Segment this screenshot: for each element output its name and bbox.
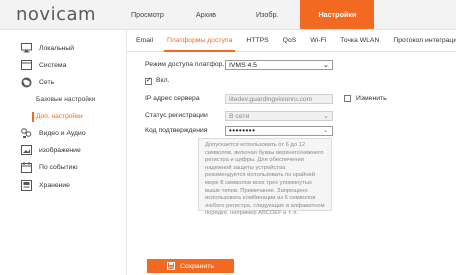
sidebar-item-network[interactable]: Сеть — [0, 75, 126, 89]
mode-label: Режим доступа платфор... — [145, 61, 229, 68]
sidebar-subitem-basic[interactable]: Базовые настройки — [36, 96, 96, 103]
enable-label: Вкл. — [156, 77, 170, 84]
nav-archive[interactable]: Архив — [180, 0, 240, 29]
chevron-down-icon: ⌄ — [322, 127, 329, 134]
verification-code-label: Код подтверждения — [145, 127, 208, 134]
floppy-disk-icon — [167, 262, 176, 270]
logo: novicam — [16, 4, 97, 25]
server-ip-label: IP адрес сервера — [145, 95, 200, 102]
platform-mode-select[interactable]: IVMS 4.5 ⌄ — [225, 60, 333, 70]
tab-integration-protocol[interactable]: Протокол интеграции — [386, 30, 456, 51]
registration-status-select: В сети ⌄ — [225, 111, 333, 121]
sidebar-subitem-advanced[interactable]: Доп. настройки — [36, 113, 83, 120]
registration-status-label: Статус регистрации — [145, 112, 208, 119]
sidebar: Локальный Система Сеть Базовые настройки… — [0, 30, 127, 275]
sidebar-item-label: изображение — [39, 146, 81, 154]
sidebar-item-label: По событию — [39, 163, 78, 171]
verification-code-field[interactable]: •••••••• ⌄ — [225, 126, 333, 136]
nav-live-view[interactable]: Просмотр — [117, 0, 180, 29]
top-nav: Просмотр Архив Изобр. Настройки — [117, 0, 375, 29]
sidebar-item-video-audio[interactable]: Видео и Аудио — [0, 126, 126, 140]
registration-status-value: В сети — [229, 113, 250, 120]
sidebar-item-storage[interactable]: Хранение — [0, 178, 126, 192]
sidebar-item-label: Видео и Аудио — [39, 129, 86, 137]
storage-icon — [20, 179, 32, 191]
active-indicator — [32, 112, 34, 122]
sidebar-item-label: Сеть — [39, 78, 55, 86]
image-icon — [20, 144, 32, 156]
password-hint-text: Допускается использовать от 6 до 12 симв… — [205, 142, 325, 217]
nav-settings[interactable]: Настройки — [300, 0, 375, 29]
tab-email[interactable]: Email — [127, 30, 160, 51]
chevron-down-icon: ⌄ — [323, 62, 329, 69]
sidebar-item-label: Локальный — [39, 44, 75, 52]
sidebar-item-label: Хранение — [39, 181, 70, 189]
save-button[interactable]: Сохранить — [147, 259, 234, 273]
platform-mode-value: IVMS 4.5 — [229, 62, 257, 69]
nav-image[interactable]: Изобр. — [240, 0, 301, 29]
change-checkbox[interactable] — [344, 95, 351, 102]
system-icon — [20, 59, 32, 71]
enable-checkbox[interactable] — [145, 76, 152, 85]
globe-icon — [20, 76, 32, 88]
password-hint-tooltip: Допускается использовать от 6 до 12 симв… — [198, 138, 332, 216]
video-audio-icon — [20, 127, 32, 139]
tab-qos[interactable]: QoS — [276, 30, 304, 51]
server-ip-field[interactable]: litedev.guardingvisionru.com — [225, 94, 333, 104]
verification-code-value: •••••••• — [229, 126, 256, 135]
server-ip-value: litedev.guardingvisionru.com — [229, 96, 313, 103]
save-button-label: Сохранить — [180, 262, 214, 270]
sidebar-item-system[interactable]: Система — [0, 58, 126, 72]
monitor-icon — [20, 42, 32, 54]
sidebar-item-local[interactable]: Локальный — [0, 41, 126, 55]
calendar-icon — [20, 161, 32, 173]
tab-wlan-ap[interactable]: Точка WLAN — [333, 30, 386, 51]
tab-access-platforms[interactable]: Платформы доступа — [160, 30, 239, 52]
top-bar: novicam Просмотр Архив Изобр. Настройки — [0, 0, 456, 30]
chevron-down-icon: ⌄ — [323, 113, 329, 120]
settings-tabs: Email Платформы доступа HTTPS QoS Wi-Fi … — [127, 30, 456, 52]
sidebar-item-label: Система — [39, 61, 67, 69]
change-label: Изменить — [356, 95, 387, 102]
tab-https[interactable]: HTTPS — [239, 30, 275, 51]
sidebar-item-events[interactable]: По событию — [0, 160, 126, 174]
sidebar-item-image[interactable]: изображение — [0, 143, 126, 157]
tab-wifi[interactable]: Wi-Fi — [303, 30, 333, 51]
